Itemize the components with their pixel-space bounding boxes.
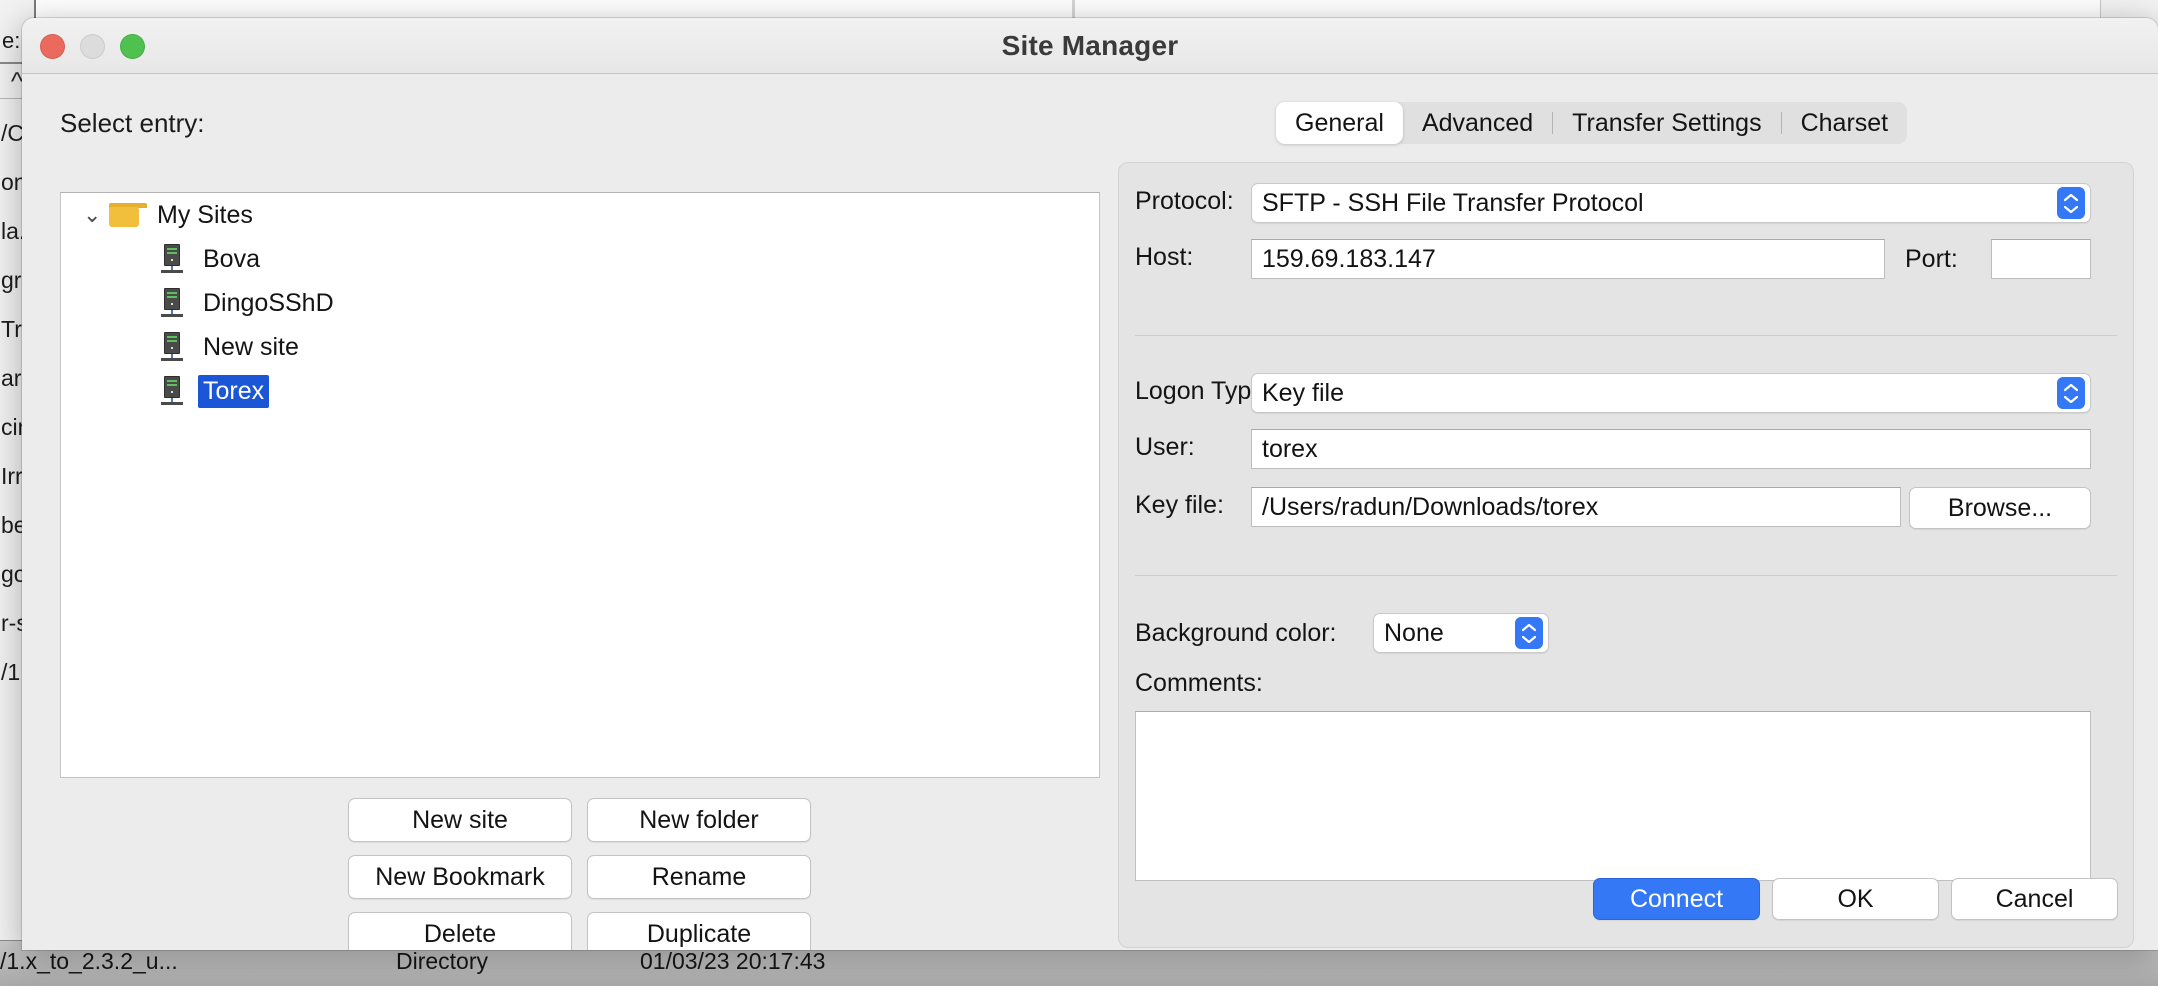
host-row: Host: — [1135, 243, 1255, 272]
key-file-row: Key file: — [1135, 491, 1255, 520]
key-file-input[interactable]: /Users/radun/Downloads/torex — [1251, 487, 1901, 527]
tree-item-dingosshd[interactable]: DingoSShD — [61, 281, 1099, 325]
server-icon — [161, 376, 183, 406]
background-file-date: 01/03/23 20:17:43 — [640, 948, 826, 974]
background-file-name: /1.x_to_2.3.2_u... — [0, 948, 178, 974]
protocol-select[interactable]: SFTP - SSH File Transfer Protocol — [1251, 183, 2091, 223]
user-row: User: — [1135, 433, 1255, 462]
section-separator-2 — [1135, 575, 2117, 576]
background-color-value: None — [1384, 618, 1444, 647]
connect-button[interactable]: Connect — [1593, 878, 1760, 920]
chevron-updown-icon[interactable] — [2057, 377, 2085, 409]
background-file-type: Directory — [396, 948, 489, 974]
server-icon — [161, 244, 183, 274]
tree-item-label: Torex — [198, 374, 270, 408]
user-input[interactable]: torex — [1251, 429, 2091, 469]
comments-label: Comments: — [1135, 669, 1263, 697]
port-label: Port: — [1905, 245, 1958, 273]
tab-transfer-settings[interactable]: Transfer Settings — [1553, 102, 1780, 144]
key-file-value: /Users/radun/Downloads/torex — [1262, 492, 1599, 521]
cancel-button[interactable]: Cancel — [1951, 878, 2118, 920]
tab-charset[interactable]: Charset — [1782, 102, 1908, 144]
tab-general[interactable]: General — [1276, 102, 1403, 144]
section-separator-1 — [1135, 335, 2117, 336]
tree-item-new-site[interactable]: New site — [61, 325, 1099, 369]
chevron-down-icon[interactable]: ⌄ — [83, 204, 109, 226]
chevron-updown-icon[interactable] — [2057, 187, 2085, 219]
right-pane: General Advanced Transfer Settings Chars… — [1110, 74, 2158, 950]
port-input[interactable] — [1991, 239, 2091, 279]
tab-advanced[interactable]: Advanced — [1403, 102, 1552, 144]
tree-item-bova[interactable]: Bova — [61, 237, 1099, 281]
comments-value — [1136, 712, 2090, 728]
settings-tabbar: General Advanced Transfer Settings Chars… — [1276, 102, 1908, 144]
folder-icon — [109, 203, 147, 227]
site-manager-dialog: Site Manager Select entry: ⌄ My Sites Bo… — [22, 18, 2158, 950]
background-color-label: Background color: — [1135, 619, 1337, 647]
comments-textarea[interactable] — [1135, 711, 2091, 881]
host-label: Host: — [1135, 243, 1194, 271]
window-title: Site Manager — [1001, 30, 1179, 61]
select-entry-label: Select entry: — [60, 108, 205, 138]
user-label: User: — [1135, 433, 1195, 461]
tree-item-my-sites[interactable]: ⌄ My Sites — [61, 193, 1099, 237]
dialog-titlebar[interactable]: Site Manager — [22, 18, 2158, 74]
dialog-footer: Connect OK Cancel — [22, 864, 2158, 950]
new-site-button[interactable]: New site — [348, 798, 572, 842]
server-icon — [161, 332, 183, 362]
logon-type-label: Logon Type: — [1135, 377, 1273, 405]
new-folder-button[interactable]: New folder — [587, 798, 811, 842]
ok-button[interactable]: OK — [1772, 878, 1939, 920]
background-color-select[interactable]: None — [1373, 613, 1549, 653]
protocol-value: SFTP - SSH File Transfer Protocol — [1262, 188, 1644, 217]
tree-item-label: My Sites — [157, 200, 253, 229]
tree-item-label: Bova — [203, 244, 260, 273]
site-tree[interactable]: ⌄ My Sites Bova DingoSShD New site Torex — [60, 192, 1100, 778]
logon-type-row: Logon Type: — [1135, 377, 1273, 406]
chevron-updown-icon[interactable] — [1515, 617, 1543, 649]
tree-item-label: DingoSShD — [203, 288, 334, 317]
server-icon — [161, 288, 183, 318]
dialog-body: Select entry: ⌄ My Sites Bova DingoSShD … — [22, 74, 2158, 950]
protocol-row: Protocol: — [1135, 187, 1255, 216]
host-value: 159.69.183.147 — [1262, 244, 1436, 273]
tree-item-torex[interactable]: Torex — [61, 369, 1099, 413]
tree-item-label: New site — [203, 332, 299, 361]
left-pane: Select entry: ⌄ My Sites Bova DingoSShD … — [22, 74, 1110, 950]
general-settings-panel: Protocol: SFTP - SSH File Transfer Proto… — [1118, 162, 2134, 948]
logon-type-select[interactable]: Key file — [1251, 373, 2091, 413]
host-input[interactable]: 159.69.183.147 — [1251, 239, 1885, 279]
protocol-label: Protocol: — [1135, 187, 1234, 215]
dialog-footer-buttons: Connect OK Cancel — [1593, 878, 2118, 920]
key-file-label: Key file: — [1135, 491, 1224, 519]
user-value: torex — [1262, 434, 1318, 463]
logon-type-value: Key file — [1262, 378, 1344, 407]
browse-button[interactable]: Browse... — [1909, 487, 2091, 529]
